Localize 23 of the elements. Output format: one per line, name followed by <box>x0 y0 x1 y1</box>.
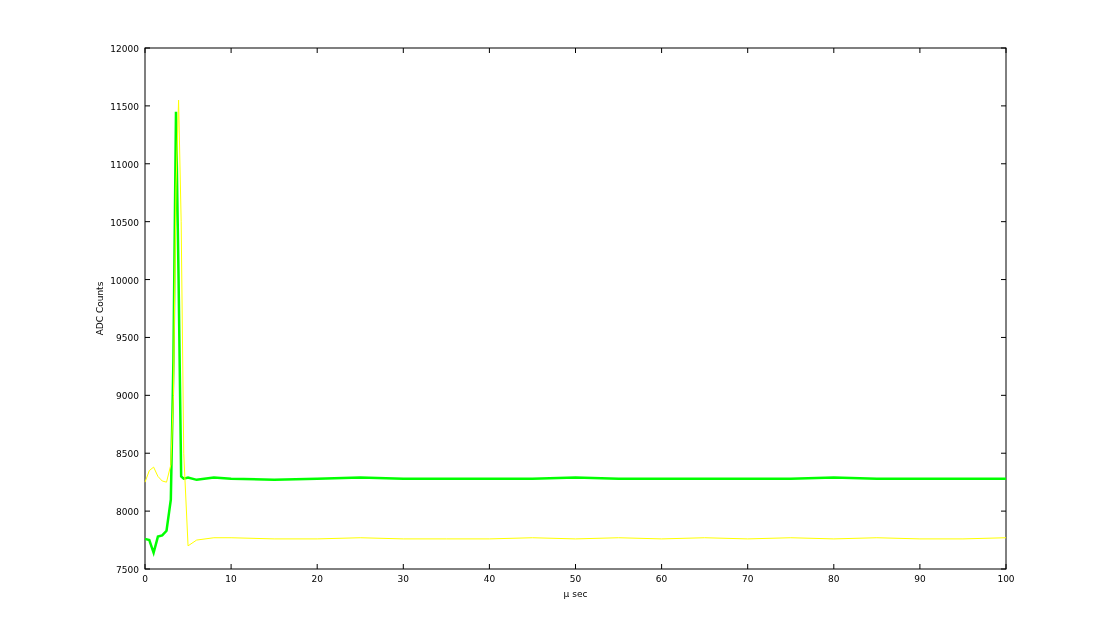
x-tick-label: 0 <box>142 574 148 584</box>
x-tick-label: 10 <box>225 574 237 584</box>
x-tick-label: 80 <box>828 574 840 584</box>
y-tick-label: 12000 <box>110 44 139 54</box>
y-tick-label: 8000 <box>116 507 139 518</box>
x-axis-label: µ sec <box>563 589 588 599</box>
x-tick-label: 70 <box>741 574 754 584</box>
x-tick-label: 100 <box>997 574 1015 584</box>
y-tick-label: 8500 <box>116 449 139 460</box>
x-tick-label: 60 <box>655 574 668 584</box>
x-tick-label: 50 <box>569 574 582 584</box>
y-tick-label: 9000 <box>116 391 139 402</box>
x-tick-label: 30 <box>397 574 410 584</box>
y-axis-label: ADC Counts <box>95 281 105 336</box>
y-tick-label: 10000 <box>110 275 139 286</box>
y-tick-label: 11000 <box>110 159 139 170</box>
x-tick-label: 20 <box>311 574 323 584</box>
y-tick-label: 10500 <box>110 217 139 228</box>
x-tick-label: 40 <box>483 574 496 584</box>
y-tick-label: 9500 <box>116 333 139 344</box>
y-tick-label: 7500 <box>116 565 139 575</box>
y-tick-label: 11500 <box>110 101 139 112</box>
x-tick-label: 90 <box>914 574 926 584</box>
